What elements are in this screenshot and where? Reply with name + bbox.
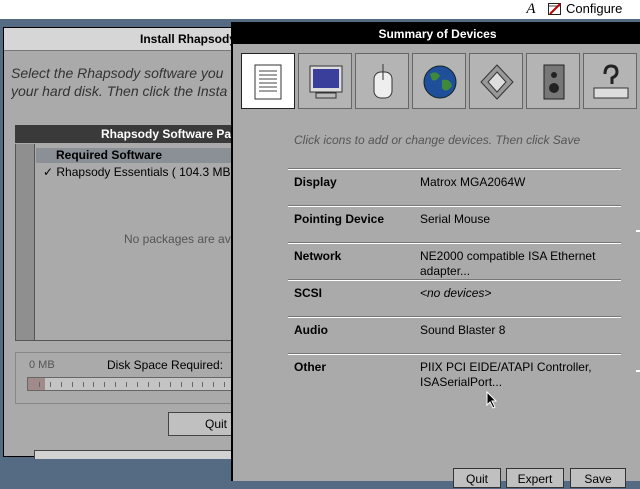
device-row-scsi[interactable]: SCSI <no devices>: [288, 280, 621, 317]
installer-bottom-strip: [34, 450, 246, 459]
package-item-essentials[interactable]: ✓ Rhapsody Essentials ( 104.3 MB): [43, 165, 234, 179]
packages-header-label: Rhapsody Software Pa: [101, 127, 232, 141]
scsi-button[interactable]: [469, 53, 523, 109]
packages-scrollbar[interactable]: [16, 144, 35, 340]
pointing-device-button[interactable]: [355, 53, 409, 109]
installer-quit-label: Quit: [205, 417, 228, 431]
gauge-tick: [213, 382, 214, 387]
configure-icon[interactable]: [548, 2, 562, 16]
gauge-tick: [137, 382, 138, 387]
device-value: NE2000 compatible ISA Ethernet adapter..…: [420, 249, 596, 278]
edge-marker: [636, 370, 640, 372]
device-name: Pointing Device: [294, 212, 385, 226]
device-name: Network: [294, 249, 342, 263]
summary-list-button[interactable]: [241, 53, 295, 109]
display-monitor-icon: [309, 65, 343, 99]
menu-bar: A Configure: [0, 0, 640, 19]
device-value: PIIX PCI EIDE/ATAPI Controller, ISASeria…: [420, 360, 592, 389]
gauge-tick: [192, 382, 193, 387]
gauge-tick: [61, 382, 62, 387]
device-row-display[interactable]: Display Matrox MGA2064W: [288, 169, 621, 206]
mouse-icon: [373, 64, 393, 99]
packages-list: Required Software ✓ Rhapsody Essentials …: [15, 144, 246, 341]
device-value: Matrox MGA2064W: [420, 175, 526, 189]
device-value: <no devices>: [420, 286, 492, 300]
installer-window: Install Rhapsody Select the Rhapsody sof…: [3, 27, 247, 459]
gauge-tick: [83, 382, 84, 387]
mouse-pointer-icon: [486, 391, 498, 409]
installer-title-bar[interactable]: Install Rhapsody: [4, 28, 244, 51]
gauge-tick: [148, 382, 149, 387]
summary-hint: Click icons to add or change devices. Th…: [294, 133, 581, 147]
packages-header: Rhapsody Software Pa: [15, 125, 244, 143]
required-software-label: Required Software: [56, 148, 163, 162]
device-toolbar: [241, 53, 639, 109]
disk-space-gauge: [27, 377, 247, 391]
installer-message: Select the Rhapsody software you your ha…: [11, 65, 228, 99]
device-row-pointing[interactable]: Pointing Device Serial Mouse: [288, 206, 621, 243]
edge-marker: [636, 230, 640, 232]
save-button[interactable]: Save: [570, 468, 626, 488]
summary-window: Summary of Devices Click icons to add or…: [231, 22, 640, 488]
expert-button[interactable]: Expert: [506, 468, 564, 488]
summary-title: Summary of Devices: [378, 27, 497, 41]
disk-space-fill: [28, 378, 45, 390]
gauge-tick: [126, 382, 127, 387]
speaker-audio-icon: [543, 64, 565, 100]
no-packages-text: No packages are av: [124, 232, 231, 246]
gauge-tick: [93, 382, 94, 387]
gauge-tick: [224, 382, 225, 387]
device-row-other[interactable]: Other PIIX PCI EIDE/ATAPI Controller, IS…: [288, 354, 621, 391]
required-software-row[interactable]: Required Software: [36, 148, 245, 163]
display-button[interactable]: [298, 53, 352, 109]
device-row-network[interactable]: Network NE2000 compatible ISA Ethernet a…: [288, 243, 621, 280]
device-value: Sound Blaster 8: [420, 323, 506, 337]
device-name: Other: [294, 360, 327, 374]
gauge-tick: [72, 382, 73, 387]
other-device-icon: [593, 64, 629, 99]
gauge-tick: [104, 382, 105, 387]
gauge-tick: [202, 382, 203, 387]
summary-list-icon: [254, 64, 282, 100]
font-a-icon[interactable]: A: [523, 1, 539, 17]
installer-title: Install Rhapsody: [140, 32, 237, 46]
scsi-icon: [480, 64, 514, 100]
device-name: Display: [294, 175, 337, 189]
device-row-audio[interactable]: Audio Sound Blaster 8: [288, 317, 621, 354]
gauge-tick: [50, 382, 51, 387]
disk-space-label: Disk Space Required:: [107, 358, 224, 372]
device-value: Serial Mouse: [420, 212, 491, 226]
device-name: SCSI: [294, 286, 323, 300]
gauge-tick: [170, 382, 171, 387]
summary-quit-button[interactable]: Quit: [453, 468, 501, 488]
audio-button[interactable]: [526, 53, 580, 109]
other-device-button[interactable]: [583, 53, 637, 109]
summary-title-bar[interactable]: Summary of Devices: [233, 23, 640, 44]
disk-min-label: 0 MB: [29, 359, 55, 371]
disk-space-panel: 0 MB Disk Space Required:: [15, 352, 247, 404]
gauge-tick: [39, 382, 40, 387]
network-button[interactable]: [412, 53, 466, 109]
gauge-tick: [159, 382, 160, 387]
network-globe-icon: [423, 65, 457, 99]
gauge-tick: [115, 382, 116, 387]
device-name: Audio: [294, 323, 328, 337]
configure-menu[interactable]: Configure: [566, 1, 622, 17]
gauge-tick: [181, 382, 182, 387]
